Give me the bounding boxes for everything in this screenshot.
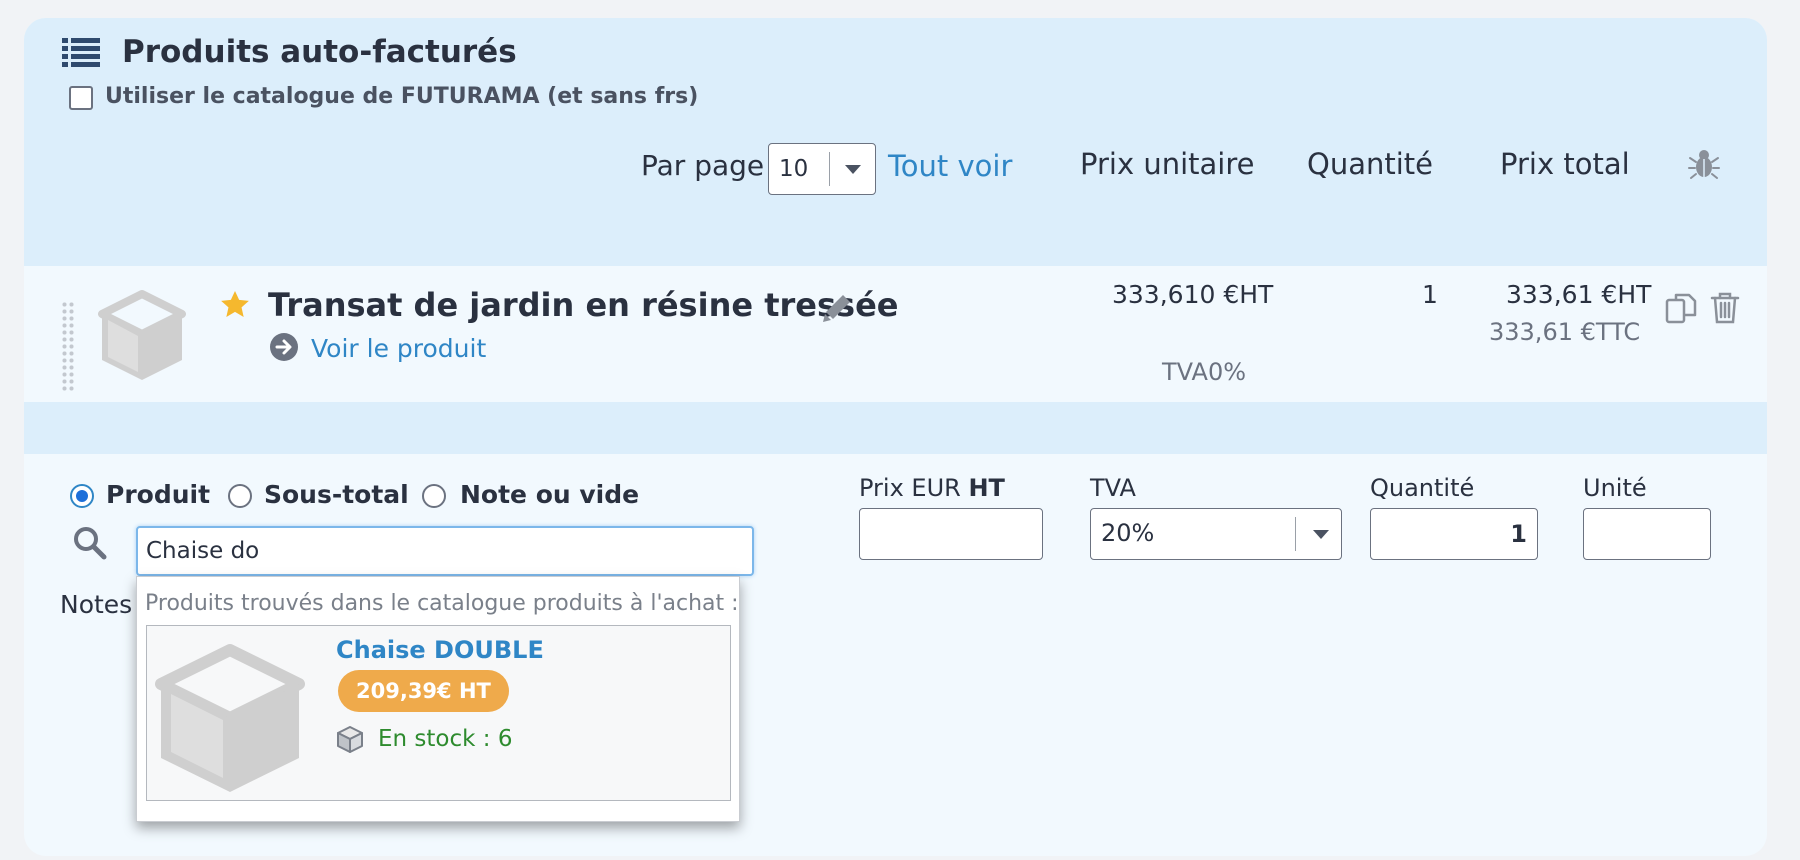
product-placeholder-icon <box>98 290 186 380</box>
vat-select[interactable]: 20% <box>1090 508 1342 560</box>
box-icon <box>337 726 363 753</box>
quantity-value: 1 <box>1422 280 1438 309</box>
price-label-unit: HT <box>968 474 1005 502</box>
catalog-checkbox[interactable] <box>69 86 93 110</box>
per-page-select[interactable]: 10 <box>768 143 876 195</box>
autocomplete-dropdown: Produits trouvés dans le catalogue produ… <box>136 576 740 822</box>
arrow-circle-right-icon <box>270 333 298 361</box>
radio-note[interactable] <box>422 484 446 508</box>
trash-icon[interactable] <box>1710 291 1740 325</box>
see-all-link[interactable]: Tout voir <box>888 149 1012 183</box>
quantity-input[interactable] <box>1370 508 1538 560</box>
total-ttc-value: 333,61 €TTC <box>1489 318 1641 346</box>
copy-icon[interactable] <box>1664 291 1698 325</box>
separator-band <box>24 402 1767 454</box>
quantity-label: Quantité <box>1370 474 1475 502</box>
autocomplete-result[interactable]: Chaise DOUBLE 209,39€ HT En stock : 6 <box>146 625 731 801</box>
star-icon[interactable] <box>219 289 251 321</box>
radio-product[interactable] <box>70 484 94 508</box>
radio-product-label[interactable]: Produit <box>106 480 210 509</box>
search-icon <box>74 527 107 560</box>
page-title: Produits auto-facturés <box>122 34 517 70</box>
per-page-value: 10 <box>779 156 809 182</box>
radio-subtotal[interactable] <box>228 484 252 508</box>
radio-subtotal-label[interactable]: Sous-total <box>264 480 409 509</box>
drag-handle[interactable] <box>61 301 75 391</box>
col-header-unit-price: Prix unitaire <box>1080 147 1255 181</box>
unit-label: Unité <box>1583 474 1647 502</box>
products-card: Produits auto-facturés Utiliser le catal… <box>24 18 1767 856</box>
unit-input[interactable] <box>1583 508 1711 560</box>
result-price-badge: 209,39€ HT <box>338 670 509 712</box>
vat-select-value: 20% <box>1101 519 1155 547</box>
product-search-input[interactable] <box>136 526 754 576</box>
result-name[interactable]: Chaise DOUBLE <box>336 636 544 664</box>
pencil-icon[interactable] <box>821 292 853 324</box>
autocomplete-heading: Produits trouvés dans le catalogue produ… <box>145 591 739 616</box>
product-placeholder-icon <box>155 644 305 792</box>
col-header-quantity: Quantité <box>1307 147 1433 181</box>
select-divider <box>829 152 830 186</box>
select-divider <box>1295 517 1296 551</box>
total-ht-value: 333,61 €HT <box>1506 280 1652 309</box>
list-icon <box>62 38 100 67</box>
chevron-down-icon <box>1313 530 1329 539</box>
product-name: Transat de jardin en résine tressée <box>268 286 899 324</box>
price-label: Prix EUR HT <box>859 474 1005 502</box>
unit-price-value: 333,610 €HT <box>1112 280 1274 309</box>
notes-label: Notes <box>60 590 133 619</box>
per-page-label: Par page <box>641 149 765 182</box>
view-product-link[interactable]: Voir le produit <box>311 334 486 363</box>
vat-label: TVA <box>1090 474 1136 502</box>
bug-icon[interactable] <box>1688 148 1720 180</box>
vat-value: TVA0% <box>1162 358 1247 386</box>
line-item: Transat de jardin en résine tressée Voir… <box>24 266 1767 402</box>
radio-note-label[interactable]: Note ou vide <box>460 480 639 509</box>
col-header-total-price: Prix total <box>1500 147 1630 181</box>
catalog-checkbox-label[interactable]: Utiliser le catalogue de FUTURAMA (et sa… <box>105 84 698 109</box>
result-stock: En stock : 6 <box>378 726 513 752</box>
price-input[interactable] <box>859 508 1043 560</box>
price-label-text: Prix EUR <box>859 474 961 502</box>
chevron-down-icon <box>845 165 861 174</box>
